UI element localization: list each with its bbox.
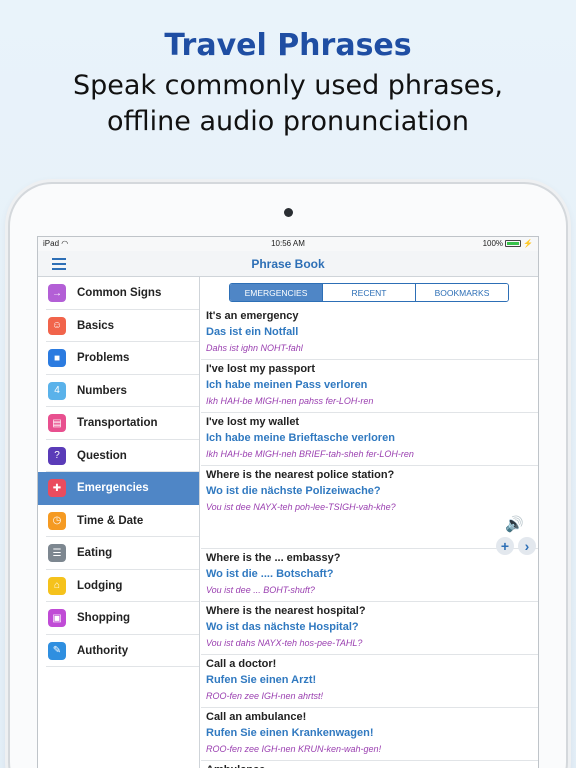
sidebar-item-emergencies[interactable]: ✚ Emergencies xyxy=(38,472,199,505)
phrase-english: Where is the ... embassy? xyxy=(206,552,341,564)
sidebar-item-label: Time & Date xyxy=(77,514,144,527)
sidebar-item-label: Question xyxy=(77,449,127,462)
segmented-control: EMERGENCIES RECENT BOOKMARKS xyxy=(229,283,509,302)
phrase-pronunciation: Vou ist dahs NAYX-teh hos-pee-TAHL? xyxy=(206,638,363,648)
battery-percent: 100% xyxy=(482,239,504,248)
phrase-row[interactable]: It's an emergency Das ist ein Notfall Dahs… xyxy=(201,307,538,360)
phrase-pronunciation: Ikh HAH-be MIGH-nen pahss fer-LOH-ren xyxy=(206,396,374,406)
sidebar-item-basics[interactable]: ☺ Basics xyxy=(38,310,199,343)
phrase-controls: 🔊 + › xyxy=(206,515,538,555)
phrase-german: Rufen Sie einen Krankenwagen! xyxy=(206,727,374,739)
phrase-pronunciation: Ikh HAH-be MIGH-neh BRIEF-tah-sheh fer-L… xyxy=(206,449,414,459)
phrase-english: It's an emergency xyxy=(206,310,299,322)
status-battery: 100% ⚡ xyxy=(483,239,533,248)
phrase-row[interactable]: Call an ambulance! Rufen Sie einen Kranke… xyxy=(201,708,538,761)
page-title: Phrase Book xyxy=(251,257,325,271)
phrase-german: Rufen Sie einen Arzt! xyxy=(206,674,317,686)
phrase-german: Ich habe meine Brieftasche verloren xyxy=(206,432,395,444)
sidebar-item-transportation[interactable]: ▤ Transportation xyxy=(38,407,199,440)
promo-title: Travel Phrases xyxy=(164,28,412,63)
ambulance-icon: ✚ xyxy=(48,479,66,498)
phrase-pronunciation: Vou ist dee NAYX-teh poh-lee-TSIGH-vah-k… xyxy=(206,502,396,512)
phrase-english: Call a doctor! xyxy=(206,658,277,670)
sign-icon: → xyxy=(48,284,66,303)
promo-subtitle-line2: offline audio pronunciation xyxy=(107,106,469,137)
sidebar-item-label: Eating xyxy=(77,547,113,560)
sidebar-item-common-signs[interactable]: → Common Signs xyxy=(38,277,199,310)
phrase-action-buttons: + › xyxy=(496,537,536,555)
battery-icon xyxy=(505,240,522,247)
category-sidebar: → Common Signs ☺ Basics ■ Problems 4 Numbers ▤ Tr… xyxy=(38,277,200,768)
phrase-english: I've lost my wallet xyxy=(206,416,300,428)
shapes-icon: ■ xyxy=(48,349,66,368)
house-icon: ⌂ xyxy=(48,576,66,595)
sidebar-item-time-date[interactable]: ◷ Time & Date xyxy=(38,505,199,538)
phrase-english: I've lost my passport xyxy=(206,363,315,375)
phrase-english: Ambulance xyxy=(206,763,538,768)
promo-subtitle: Speak commonly used phrases, offline aud… xyxy=(0,68,576,140)
tab-bookmarks[interactable]: BOOKMARKS xyxy=(416,284,508,301)
sidebar-item-numbers[interactable]: 4 Numbers xyxy=(38,375,199,408)
sidebar-item-eating[interactable]: ☰ Eating xyxy=(38,537,199,570)
sidebar-item-label: Shopping xyxy=(77,612,131,625)
number-four-icon: 4 xyxy=(48,381,66,400)
pen-icon: ✎ xyxy=(48,641,66,660)
phrase-german: Ich habe meinen Pass verloren xyxy=(206,379,368,391)
sidebar-item-label: Problems xyxy=(77,352,130,365)
content-area: → Common Signs ☺ Basics ■ Problems 4 Numbers ▤ Tr… xyxy=(38,277,538,768)
sidebar-item-label: Lodging xyxy=(77,579,123,592)
app-screen: iPad ◠ 10:56 AM 100% ⚡ Phrase Book → Comm… xyxy=(37,236,539,768)
sidebar-item-label: Numbers xyxy=(77,384,127,397)
sidebar-item-shopping[interactable]: ▣ Shopping xyxy=(38,602,199,635)
next-arrow-icon[interactable]: › xyxy=(518,537,536,555)
camera-icon xyxy=(284,208,293,217)
phrase-german: Wo ist das nächste Hospital? xyxy=(206,621,359,633)
phrase-english: Where is the nearest police station? xyxy=(206,469,395,481)
phrase-row[interactable]: I've lost my wallet Ich habe meine Brieft… xyxy=(201,413,538,466)
food-icon: ☰ xyxy=(48,544,66,563)
clock-icon: ◷ xyxy=(48,511,66,530)
smile-icon: ☺ xyxy=(48,316,66,335)
promo-subtitle-line1: Speak commonly used phrases, xyxy=(72,70,504,101)
phrase-panel: EMERGENCIES RECENT BOOKMARKS It's an eme… xyxy=(201,277,538,768)
status-bar: iPad ◠ 10:56 AM 100% ⚡ xyxy=(38,237,538,251)
phrase-german: Wo ist die nächste Polizeiwache? xyxy=(206,485,381,497)
nav-bar: Phrase Book xyxy=(38,251,538,277)
phrase-pronunciation: Dahs ist ighn NOHT-fahl xyxy=(206,343,303,353)
status-time: 10:56 AM xyxy=(271,239,305,248)
phrase-german: Wo ist die .... Botschaft? xyxy=(206,568,334,580)
phrase-pronunciation: ROO-fen zee IGH-nen ahrtst! xyxy=(206,691,324,701)
phrase-row[interactable]: Where is the ... embassy? Wo ist die ....… xyxy=(201,549,538,602)
phrase-english: Where is the nearest hospital? xyxy=(206,605,366,617)
sidebar-item-label: Basics xyxy=(77,319,115,332)
sidebar-item-lodging[interactable]: ⌂ Lodging xyxy=(38,570,199,603)
tab-emergencies[interactable]: EMERGENCIES xyxy=(230,284,323,301)
phrase-row[interactable]: Where is the nearest hospital? Wo ist das… xyxy=(201,602,538,655)
phrase-list: It's an emergency Das ist ein Notfall Dahs… xyxy=(201,307,538,768)
cart-icon: ▣ xyxy=(48,609,66,628)
speaker-icon[interactable]: 🔊 xyxy=(505,515,524,533)
question-icon: ? xyxy=(48,446,66,465)
phrase-pronunciation: Vou ist dee ... BOHT-shuft? xyxy=(206,585,315,595)
ipad-device-frame: iPad ◠ 10:56 AM 100% ⚡ Phrase Book → Comm… xyxy=(10,184,566,768)
sidebar-item-question[interactable]: ? Question xyxy=(38,440,199,473)
phrase-english: Call an ambulance! xyxy=(206,711,307,723)
phrase-row[interactable]: Where is the nearest police station? Wo i… xyxy=(201,466,538,555)
sidebar-item-label: Authority xyxy=(77,644,129,657)
phrase-pronunciation: ROO-fen zee IGH-nen KRUN-ken-wah-gen! xyxy=(206,744,382,754)
sidebar-item-label: Emergencies xyxy=(77,482,149,495)
add-bookmark-button[interactable]: + xyxy=(496,537,514,555)
phrase-row[interactable]: I've lost my passport Ich habe meinen Pas… xyxy=(201,360,538,413)
charging-icon: ⚡ xyxy=(523,239,533,248)
phrase-row[interactable]: Call a doctor! Rufen Sie einen Arzt! ROO-f… xyxy=(201,655,538,708)
bus-icon: ▤ xyxy=(48,414,66,433)
sidebar-item-authority[interactable]: ✎ Authority xyxy=(38,635,199,668)
sidebar-item-problems[interactable]: ■ Problems xyxy=(38,342,199,375)
phrase-row[interactable]: AmbulanceKrankenwagen xyxy=(201,761,538,768)
sidebar-item-label: Transportation xyxy=(77,417,158,430)
tab-recent[interactable]: RECENT xyxy=(323,284,416,301)
phrase-german: Das ist ein Notfall xyxy=(206,326,299,338)
sidebar-item-label: Common Signs xyxy=(77,287,162,300)
